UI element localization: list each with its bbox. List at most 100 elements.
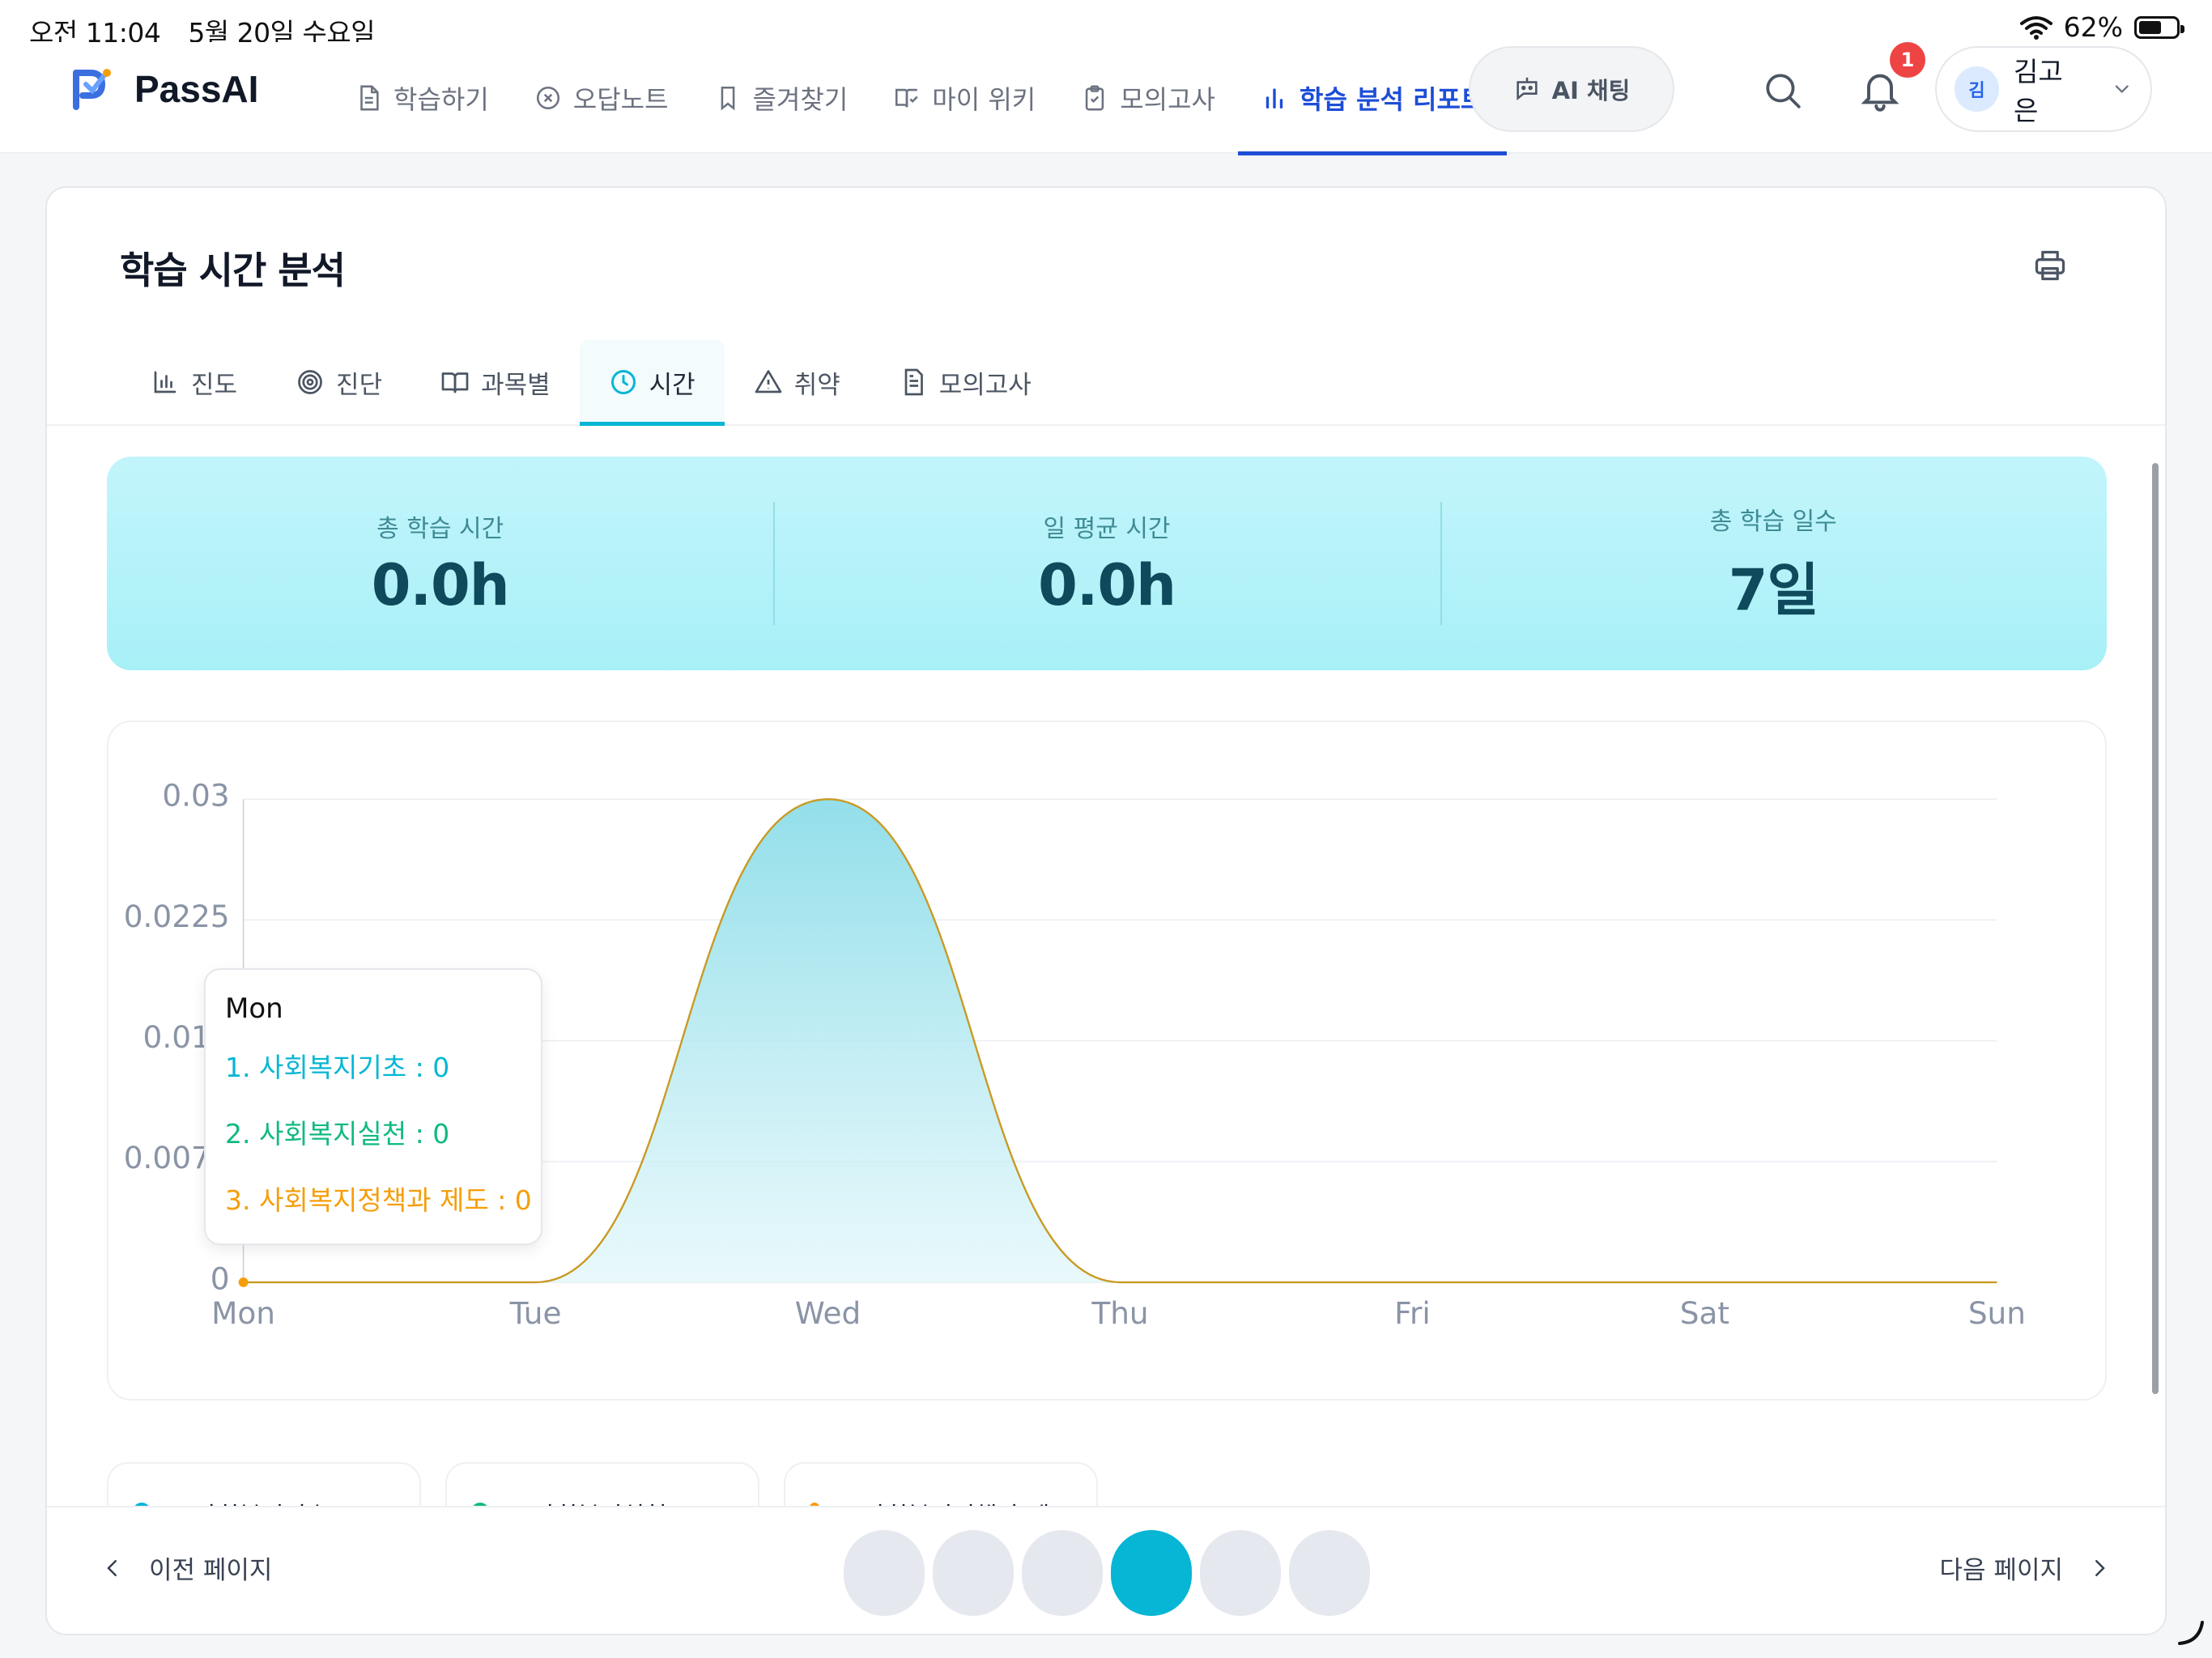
tab-label: 시간 xyxy=(649,370,696,400)
page-dot[interactable] xyxy=(933,1530,1014,1616)
nav-item-study[interactable]: 학습하기 xyxy=(332,42,512,154)
prev-page-button[interactable]: 이전 페이지 xyxy=(100,1550,272,1586)
document-icon xyxy=(360,85,379,111)
nav-item-favorites[interactable]: 즐겨찾기 xyxy=(691,42,871,154)
nav-item-label: 모의고사 xyxy=(1120,84,1215,115)
chevron-down-icon xyxy=(2115,85,2129,94)
wifi-icon xyxy=(2019,15,2052,40)
active-data-point xyxy=(238,1277,249,1287)
chart-tooltip: Mon 1. 사회복지기초 : 0 2. 사회복지실천 : 0 3. 사회복지정… xyxy=(204,968,542,1245)
scrollbar[interactable] xyxy=(2152,463,2159,1394)
page-dot[interactable] xyxy=(844,1530,925,1616)
tab-time[interactable]: 시간 xyxy=(579,340,725,426)
tab-by-subject[interactable]: 과목별 xyxy=(411,340,580,424)
tab-label: 과목별 xyxy=(481,370,551,400)
warning-triangle-icon xyxy=(755,370,782,393)
chat-bot-icon xyxy=(1516,77,1538,100)
tab-progress[interactable]: 진도 xyxy=(121,340,266,424)
logo[interactable]: PassAI xyxy=(68,66,258,112)
tooltip-row: 3. 사회복지정책과 제도 : 0 xyxy=(225,1184,532,1216)
bar-chart-icon xyxy=(1266,88,1283,109)
battery-percent: 62% xyxy=(2063,11,2123,43)
ai-chat-label: AI 채팅 xyxy=(1551,77,1631,104)
x-tick-label: Thu xyxy=(1091,1295,1148,1331)
clock-icon xyxy=(610,370,636,394)
page-dots xyxy=(844,1530,1370,1616)
y-tick-label: 0.03 xyxy=(162,778,229,814)
next-page-button[interactable]: 다음 페이지 xyxy=(1940,1550,2112,1586)
notification-badge: 1 xyxy=(1890,42,1925,78)
stat-daily-average: 일 평균 시간 0.0h xyxy=(773,457,1440,670)
page-dot[interactable] xyxy=(1111,1530,1192,1616)
stat-label: 총 학습 일수 xyxy=(1709,507,1837,536)
x-tick-label: Sat xyxy=(1680,1295,1729,1331)
user-name: 김고은 xyxy=(2014,56,2063,126)
battery-icon xyxy=(2134,15,2184,39)
file-text-icon xyxy=(904,368,923,396)
bar-chart-icon xyxy=(154,371,177,393)
page-dot[interactable] xyxy=(1289,1530,1370,1616)
stat-total-days: 총 학습 일수 7일 xyxy=(1440,457,2107,670)
battery-fill xyxy=(2139,20,2162,34)
stats-summary: 총 학습 시간 0.0h 일 평균 시간 0.0h 총 학습 일수 7일 xyxy=(107,457,2107,670)
nav-item-label: 학습 분석 리포트 xyxy=(1300,84,1485,115)
clipboard-check-icon xyxy=(1086,85,1104,111)
stat-value: 0.0h xyxy=(371,552,510,619)
resize-handle-icon xyxy=(2178,1621,2204,1645)
target-icon xyxy=(298,370,322,394)
tab-diagnosis[interactable]: 진단 xyxy=(266,340,411,424)
nav-item-label: 학습하기 xyxy=(393,84,489,115)
status-right: 62% xyxy=(2019,11,2184,43)
book-open-icon xyxy=(441,372,469,393)
logo-text: PassAI xyxy=(134,68,259,110)
stat-label: 총 학습 시간 xyxy=(376,515,504,543)
page-title: 학습 시간 분석 xyxy=(120,249,346,292)
y-tick-label: 0.0225 xyxy=(124,899,230,934)
tooltip-row: 1. 사회복지기초 : 0 xyxy=(225,1052,450,1083)
chevron-left-icon xyxy=(107,1559,117,1576)
tab-label: 진도 xyxy=(191,370,238,400)
ai-chat-button[interactable]: AI 채팅 xyxy=(1469,46,1674,132)
nav-item-analysis-report[interactable]: 학습 분석 리포트 xyxy=(1238,42,1508,155)
report-card: 학습 시간 분석 진도 진단 과목별 시간 취약 모의고사 총 학습 시간 0.… xyxy=(45,186,2167,1635)
nav-item-label: 즐겨찾기 xyxy=(752,84,849,115)
report-tabs: 진도 진단 과목별 시간 취약 모의고사 xyxy=(47,340,2165,426)
search-icon[interactable] xyxy=(1762,70,1802,110)
top-nav: PassAI 학습하기 오답노트 즐겨찾기 마이 위키 모의고사 학습 분석 리… xyxy=(0,42,2212,155)
y-tick-label: 0 xyxy=(211,1261,230,1296)
nav-item-mock-exam[interactable]: 모의고사 xyxy=(1058,42,1238,154)
x-tick-label: Mon xyxy=(211,1295,275,1331)
tab-mock-exam[interactable]: 모의고사 xyxy=(870,340,1061,424)
nav-item-my-wiki[interactable]: 마이 위키 xyxy=(870,42,1058,154)
chevron-right-icon xyxy=(2095,1559,2105,1576)
bookmark-icon xyxy=(721,86,734,111)
tab-label: 진단 xyxy=(336,370,383,400)
x-tick-label: Tue xyxy=(509,1295,562,1331)
tab-label: 취약 xyxy=(793,370,840,400)
nav-item-wrong-notes[interactable]: 오답노트 xyxy=(512,42,691,154)
avatar: 김 xyxy=(1955,66,2000,112)
nav-item-label: 오답노트 xyxy=(572,84,669,115)
passai-logo-icon xyxy=(73,69,111,110)
tab-weakness[interactable]: 취약 xyxy=(725,340,870,424)
tooltip-title: Mon xyxy=(225,993,283,1025)
stat-total-time: 총 학습 시간 0.0h xyxy=(107,457,773,670)
x-tick-label: Wed xyxy=(795,1295,861,1331)
printer-icon[interactable] xyxy=(2032,248,2068,283)
page-navigation: 이전 페이지 다음 페이지 xyxy=(47,1506,2165,1634)
x-circle-icon xyxy=(536,86,559,110)
book-check-icon xyxy=(895,88,918,108)
prev-page-label: 이전 페이지 xyxy=(149,1556,273,1585)
stat-value: 7일 xyxy=(1728,556,1819,623)
page-dot[interactable] xyxy=(1022,1530,1103,1616)
main-nav: 학습하기 오답노트 즐겨찾기 마이 위키 모의고사 학습 분석 리포트 xyxy=(332,42,1508,155)
next-page-label: 다음 페이지 xyxy=(1939,1556,2063,1585)
page-dot[interactable] xyxy=(1200,1530,1281,1616)
x-tick-label: Sun xyxy=(1968,1295,2026,1331)
nav-item-label: 마이 위키 xyxy=(932,84,1036,115)
tooltip-row: 2. 사회복지실천 : 0 xyxy=(225,1118,450,1150)
stat-value: 0.0h xyxy=(1038,552,1176,619)
x-tick-label: Fri xyxy=(1394,1295,1431,1331)
user-menu[interactable]: 김 김고은 xyxy=(1935,46,2152,132)
stat-label: 일 평균 시간 xyxy=(1043,515,1171,543)
